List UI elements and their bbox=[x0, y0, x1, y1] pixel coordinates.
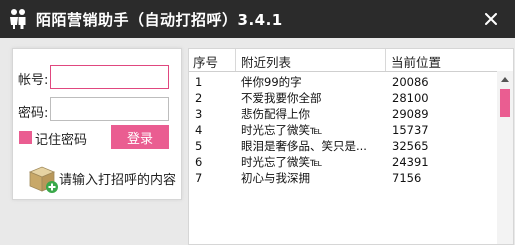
close-button[interactable] bbox=[478, 7, 504, 31]
column-divider[interactable] bbox=[235, 49, 236, 71]
row-name: 时光忘了微笑℡ bbox=[241, 155, 323, 169]
scroll-thumb[interactable] bbox=[500, 89, 510, 117]
couple-icon bbox=[10, 9, 26, 29]
close-icon bbox=[485, 13, 497, 25]
column-divider[interactable] bbox=[385, 49, 386, 71]
vertical-scrollbar[interactable] bbox=[497, 71, 513, 244]
column-header-index[interactable]: 序号 bbox=[193, 52, 218, 71]
row-location: 32565 bbox=[392, 139, 429, 153]
login-button[interactable]: 登录 bbox=[111, 125, 169, 149]
login-panel: 帐号: 密码: 记住密码 登录 请输入打招呼的内容 bbox=[12, 48, 182, 200]
package-add-icon[interactable] bbox=[27, 163, 59, 195]
row-index: 6 bbox=[195, 155, 203, 169]
table-row[interactable]: 1 伴你99的字 20086 bbox=[189, 74, 495, 90]
column-header-nearby[interactable]: 附近列表 bbox=[241, 52, 291, 71]
table-row[interactable]: 2 不爱我要你全部 28100 bbox=[189, 90, 495, 106]
remember-password-label: 记住密码 bbox=[35, 133, 88, 148]
row-location: 29089 bbox=[392, 107, 429, 121]
row-name: 伴你99的字 bbox=[241, 75, 302, 89]
row-name: 时光忘了微笑℡ bbox=[241, 123, 323, 137]
account-label: 帐号: bbox=[18, 73, 49, 88]
row-location: 28100 bbox=[392, 91, 429, 105]
table-header: 序号 附近列表 当前位置 bbox=[189, 49, 513, 72]
row-name: 初心与我深拥 bbox=[241, 171, 310, 185]
password-label: 密码: bbox=[18, 106, 49, 121]
greeting-content-label[interactable]: 请输入打招呼的内容 bbox=[59, 169, 176, 188]
remember-password-checkbox[interactable] bbox=[19, 131, 32, 144]
table-row[interactable]: 5 眼泪是奢侈品、笑只是... 32565 bbox=[189, 138, 495, 154]
title-bar: 陌陌营销助手（自动打招呼）3.4.1 bbox=[0, 0, 515, 38]
window-title: 陌陌营销助手（自动打招呼）3.4.1 bbox=[36, 11, 283, 29]
table-row[interactable]: 7 初心与我深拥 7156 bbox=[189, 170, 495, 186]
scroll-up-button[interactable] bbox=[497, 71, 513, 87]
row-index: 7 bbox=[195, 171, 203, 185]
row-index: 4 bbox=[195, 123, 203, 137]
nearby-list-table: 序号 附近列表 当前位置 1 伴你99的字 20086 2 不爱我要你全部 28… bbox=[188, 48, 514, 245]
row-index: 5 bbox=[195, 139, 203, 153]
row-name: 眼泪是奢侈品、笑只是... bbox=[241, 139, 367, 153]
column-header-location[interactable]: 当前位置 bbox=[391, 52, 441, 71]
row-location: 24391 bbox=[392, 155, 429, 169]
account-input[interactable] bbox=[50, 65, 169, 89]
table-row[interactable]: 6 时光忘了微笑℡ 24391 bbox=[189, 154, 495, 170]
row-location: 7156 bbox=[392, 171, 422, 185]
row-location: 15737 bbox=[392, 123, 429, 137]
row-index: 3 bbox=[195, 107, 203, 121]
table-row[interactable]: 3 悲伤配得上你 29089 bbox=[189, 106, 495, 122]
row-index: 2 bbox=[195, 91, 203, 105]
password-input[interactable] bbox=[50, 97, 169, 121]
row-name: 不爱我要你全部 bbox=[241, 91, 322, 105]
row-name: 悲伤配得上你 bbox=[241, 107, 310, 121]
chevron-up-icon bbox=[501, 77, 509, 82]
row-location: 20086 bbox=[392, 75, 429, 89]
table-row[interactable]: 4 时光忘了微笑℡ 15737 bbox=[189, 122, 495, 138]
row-index: 1 bbox=[195, 75, 203, 89]
